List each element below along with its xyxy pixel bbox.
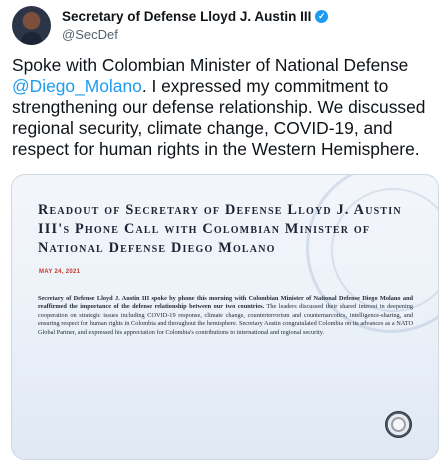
author-handle[interactable]: @SecDef [62,27,118,42]
attached-image-card[interactable]: Readout of Secretary of Defense Lloyd J.… [11,174,439,460]
mention-link[interactable]: @Diego_Molano [12,76,142,96]
tweet-text-before: Spoke with Colombian Minister of Nationa… [12,55,409,75]
readout-date: MAY 24, 2021 [39,269,81,275]
tweet-header: Secretary of Defense Lloyd J. Austin III… [12,6,432,46]
verified-badge-icon: ✓ [315,10,329,23]
author-row: Secretary of Defense Lloyd J. Austin III… [62,9,329,24]
author-name[interactable]: Secretary of Defense Lloyd J. Austin III [62,9,311,24]
readout-title: Readout of Secretary of Defense Lloyd J.… [38,202,402,256]
tweet-text: Spoke with Colombian Minister of Nationa… [12,55,438,160]
readout-body: Secretary of Defense Lloyd J. Austin III… [38,295,413,337]
avatar[interactable] [12,6,51,45]
dod-seal-icon [385,411,412,438]
